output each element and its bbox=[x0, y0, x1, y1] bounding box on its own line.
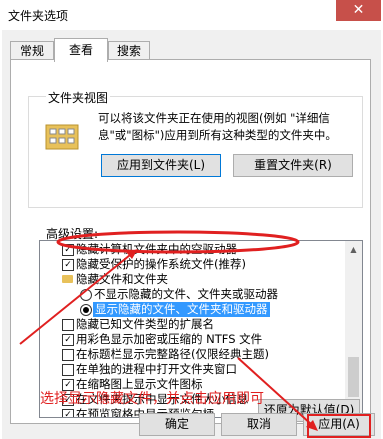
radio-selected[interactable] bbox=[80, 304, 92, 316]
setting-label: 隐藏计算机文件夹中的空驱动器 bbox=[76, 242, 237, 256]
setting-color-ntfs[interactable]: ✓ 用彩色显示加密或压缩的 NTFS 文件 bbox=[40, 332, 345, 347]
checkbox-unchecked[interactable] bbox=[62, 364, 74, 376]
setting-hide-extensions[interactable]: 隐藏已知文件类型的扩展名 bbox=[40, 317, 345, 332]
tab-search[interactable]: 搜索 bbox=[108, 41, 150, 61]
apply-button[interactable]: 应用(A) bbox=[303, 413, 375, 436]
setting-hidden-files-folder: 隐藏文件和文件夹 bbox=[40, 272, 345, 287]
checkbox-checked[interactable]: ✓ bbox=[62, 259, 74, 271]
folder-icon bbox=[62, 275, 73, 283]
view-tab-panel: 文件夹视图 可以将该文件夹正在使用的视图(例如 "详细信息"或"图标")应用到所… bbox=[10, 59, 371, 424]
dialog-client: 常规 查看 搜索 文件夹视图 可以将该文件夹正在使用的视图(例如 "详细信息"或… bbox=[2, 30, 381, 439]
setting-label: 隐藏已知文件类型的扩展名 bbox=[76, 317, 214, 331]
folder-views-legend: 文件夹视图 bbox=[46, 89, 111, 106]
checkbox-unchecked[interactable] bbox=[62, 319, 74, 331]
folder-views-description: 可以将该文件夹正在使用的视图(例如 "详细信息"或"图标")应用到所有这种类型的… bbox=[98, 111, 337, 142]
scroll-up-icon[interactable]: ▲ bbox=[345, 241, 362, 258]
close-button[interactable]: ✕ bbox=[336, 0, 381, 21]
setting-label: 在单独的进程中打开文件夹窗口 bbox=[76, 362, 237, 376]
setting-hide-protected-files[interactable]: ✓ 隐藏受保护的操作系统文件(推荐) bbox=[40, 257, 345, 272]
checkbox-unchecked[interactable] bbox=[62, 349, 74, 361]
title-bar: 文件夹选项 ✕ bbox=[0, 0, 383, 30]
folder-view-icon bbox=[45, 124, 79, 150]
setting-hide-empty-drives[interactable]: ✓ 隐藏计算机文件夹中的空驱动器 bbox=[40, 242, 345, 257]
setting-full-path-title[interactable]: 在标题栏显示完整路径(仅限经典主题) bbox=[40, 347, 345, 362]
annotation-text: 选择显示隐藏文件，并点击应用即可 bbox=[40, 391, 264, 407]
setting-show-hidden[interactable]: 显示隐藏的文件、文件夹和驱动器 bbox=[40, 302, 345, 317]
setting-label: 在标题栏显示完整路径(仅限经典主题) bbox=[76, 347, 269, 361]
setting-label: 隐藏受保护的操作系统文件(推荐) bbox=[76, 257, 246, 271]
tab-view[interactable]: 查看 bbox=[54, 38, 108, 62]
setting-dont-show-hidden[interactable]: 不显示隐藏的文件、文件夹或驱动器 bbox=[40, 287, 345, 302]
close-icon: ✕ bbox=[352, 2, 365, 18]
setting-label-selected: 显示隐藏的文件、文件夹和驱动器 bbox=[93, 302, 270, 317]
reset-folders-button[interactable]: 重置文件夹(R) bbox=[233, 154, 353, 177]
setting-label: 隐藏文件和文件夹 bbox=[76, 272, 168, 286]
list-scrollbar[interactable]: ▲ ▼ bbox=[345, 241, 362, 417]
apply-to-folders-button[interactable]: 应用到文件夹(L) bbox=[101, 154, 221, 177]
checkbox-checked[interactable]: ✓ bbox=[62, 334, 74, 346]
tab-general[interactable]: 常规 bbox=[10, 41, 54, 61]
window-title: 文件夹选项 bbox=[8, 9, 69, 23]
setting-label: 用彩色显示加密或压缩的 NTFS 文件 bbox=[76, 332, 263, 346]
setting-separate-process[interactable]: 在单独的进程中打开文件夹窗口 bbox=[40, 362, 345, 377]
ok-button[interactable]: 确定 bbox=[139, 413, 215, 436]
scroll-thumb[interactable] bbox=[348, 357, 359, 397]
checkbox-checked[interactable]: ✓ bbox=[62, 409, 74, 417]
radio-unselected[interactable] bbox=[80, 289, 92, 301]
checkbox-checked[interactable]: ✓ bbox=[62, 244, 74, 256]
setting-label: 不显示隐藏的文件、文件夹或驱动器 bbox=[94, 287, 278, 301]
cancel-button[interactable]: 取消 bbox=[221, 413, 297, 436]
